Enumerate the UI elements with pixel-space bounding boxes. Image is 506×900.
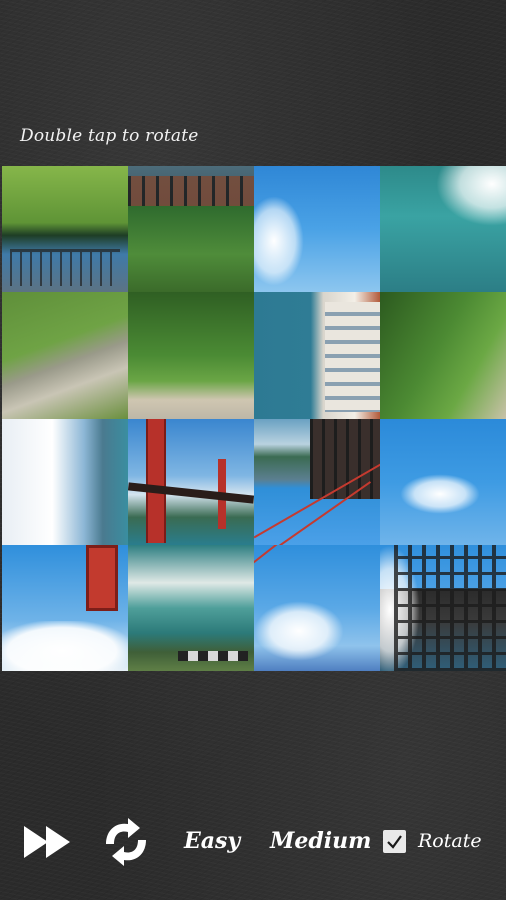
easy-button[interactable]: Easy	[184, 828, 240, 854]
puzzle-board	[2, 166, 506, 671]
puzzle-tile[interactable]	[128, 292, 254, 419]
puzzle-tile[interactable]	[380, 544, 506, 671]
control-bar: Easy Medium Rotate	[0, 810, 506, 874]
puzzle-tile[interactable]	[2, 418, 128, 545]
puzzle-tile[interactable]	[128, 544, 254, 671]
rotate-label[interactable]: Rotate	[418, 830, 482, 852]
puzzle-tile[interactable]	[380, 292, 506, 419]
puzzle-tile[interactable]	[2, 292, 128, 419]
rotate-arrows-icon	[106, 818, 146, 866]
rotate-checkbox[interactable]	[383, 830, 406, 853]
puzzle-tile[interactable]	[254, 292, 380, 419]
puzzle-tile[interactable]	[380, 418, 506, 545]
fast-forward-icon	[24, 826, 70, 858]
checkmark-icon	[387, 835, 402, 849]
puzzle-tile[interactable]	[254, 166, 380, 293]
puzzle-tile[interactable]	[380, 166, 506, 293]
instruction-text: Double tap to rotate	[20, 126, 199, 146]
puzzle-tile[interactable]	[254, 418, 380, 545]
rotate-button[interactable]	[98, 816, 154, 868]
puzzle-tile[interactable]	[2, 166, 128, 293]
puzzle-tile[interactable]	[128, 166, 254, 293]
puzzle-tile[interactable]	[128, 418, 254, 545]
medium-button[interactable]: Medium	[270, 828, 371, 854]
puzzle-tile[interactable]	[254, 544, 380, 671]
puzzle-tile[interactable]	[2, 544, 128, 671]
skip-button[interactable]	[22, 824, 74, 860]
